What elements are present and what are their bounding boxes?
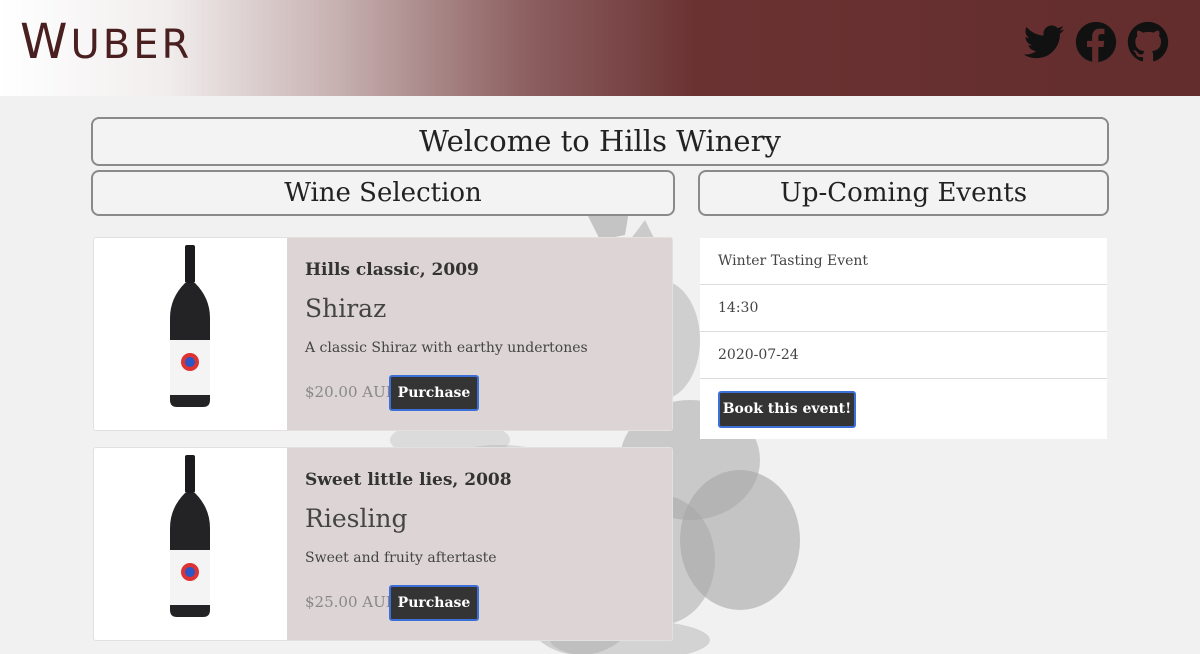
wine-varietal: Riesling	[305, 504, 408, 533]
wine-card: Sweet little lies, 2008 Riesling Sweet a…	[93, 447, 673, 641]
wine-card: Hills classic, 2009 Shiraz A classic Shi…	[93, 237, 673, 431]
event-date: 2020-07-24	[700, 332, 1107, 379]
social-links	[1022, 20, 1170, 64]
upcoming-events-heading: Up-Coming Events	[698, 170, 1109, 216]
purchase-button[interactable]: Purchase	[389, 375, 479, 411]
github-icon[interactable]	[1126, 20, 1170, 64]
book-event-button[interactable]: Book this event!	[718, 391, 856, 428]
wine-description: Sweet and fruity aftertaste	[305, 550, 497, 566]
wine-price: $25.00 AUD	[305, 593, 398, 611]
welcome-banner: Welcome to Hills Winery	[91, 117, 1109, 166]
wine-vintage: Sweet little lies, 2008	[305, 470, 512, 490]
wine-bottle-image	[137, 450, 243, 622]
wine-selection-heading: Wine Selection	[91, 170, 675, 216]
event-actions: Book this event!	[700, 379, 1107, 439]
purchase-button[interactable]: Purchase	[389, 585, 479, 621]
event-name: Winter Tasting Event	[700, 238, 1107, 285]
event-card: Winter Tasting Event 14:30 2020-07-24 Bo…	[700, 238, 1107, 439]
wine-info-panel: Hills classic, 2009 Shiraz A classic Shi…	[287, 238, 672, 430]
event-time: 14:30	[700, 285, 1107, 332]
wine-description: A classic Shiraz with earthy undertones	[305, 340, 588, 356]
wine-vintage: Hills classic, 2009	[305, 260, 479, 280]
facebook-icon[interactable]	[1074, 20, 1118, 64]
site-logo[interactable]: WUBER	[20, 14, 192, 70]
wine-price: $20.00 AUD	[305, 383, 398, 401]
wine-varietal: Shiraz	[305, 294, 387, 323]
site-header: WUBER	[0, 0, 1200, 96]
twitter-icon[interactable]	[1022, 20, 1066, 64]
wine-info-panel: Sweet little lies, 2008 Riesling Sweet a…	[287, 448, 672, 640]
wine-bottle-image	[137, 240, 243, 412]
